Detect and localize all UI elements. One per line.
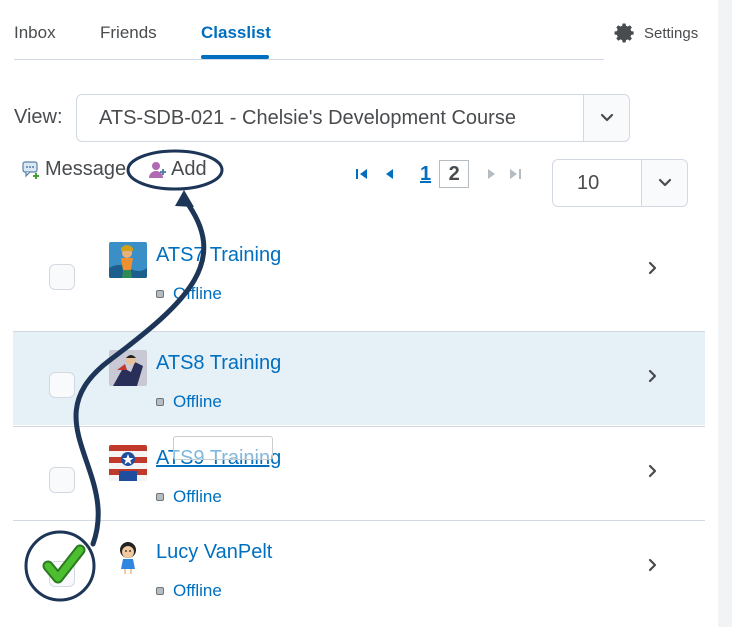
row-checkbox[interactable] xyxy=(49,372,75,398)
tab-classlist[interactable]: Classlist xyxy=(201,23,271,43)
avatar xyxy=(109,445,147,481)
previous-page-icon[interactable] xyxy=(380,165,398,183)
row-checkbox[interactable] xyxy=(49,467,75,493)
course-select[interactable]: ATS-SDB-021 - Chelsie's Development Cour… xyxy=(76,94,630,142)
settings-button[interactable]: Settings xyxy=(614,22,698,44)
message-label: Message xyxy=(45,158,127,180)
row-checkbox-checked[interactable] xyxy=(49,561,75,587)
chevron-down-icon[interactable] xyxy=(641,160,687,206)
status-label: Offline xyxy=(173,392,222,411)
chevron-right-icon[interactable] xyxy=(643,461,663,481)
drag-ghost xyxy=(173,436,273,460)
pagination: 1 2 xyxy=(354,160,523,188)
settings-label: Settings xyxy=(644,24,699,42)
per-page-select[interactable]: 10 xyxy=(552,159,688,207)
add-button[interactable]: Add xyxy=(148,158,207,181)
offline-dot xyxy=(156,587,164,595)
avatar xyxy=(109,539,147,575)
status-indicator[interactable]: Offline xyxy=(156,581,222,601)
avatar xyxy=(109,242,147,278)
add-label: Add xyxy=(171,158,207,180)
student-name[interactable]: ATS7 Training xyxy=(156,244,281,267)
status-indicator[interactable]: Offline xyxy=(156,284,222,304)
active-tab-indicator xyxy=(201,55,269,59)
table-row: ATS7 Training Offline xyxy=(13,224,705,318)
row-checkbox[interactable] xyxy=(49,264,75,290)
first-page-icon[interactable] xyxy=(354,165,372,183)
scrollbar[interactable] xyxy=(718,0,732,627)
next-page-icon[interactable] xyxy=(483,165,501,183)
tab-inbox[interactable]: Inbox xyxy=(14,23,56,43)
status-indicator[interactable]: Offline xyxy=(156,487,222,507)
arrow-head-icon xyxy=(175,190,194,207)
tab-bar: Inbox Friends Classlist xyxy=(14,0,604,60)
page-1-link[interactable]: 1 xyxy=(420,163,431,186)
avatar xyxy=(109,350,147,386)
student-name[interactable]: ATS8 Training xyxy=(156,352,281,375)
message-button[interactable]: Message xyxy=(22,158,126,181)
course-select-value: ATS-SDB-021 - Chelsie's Development Cour… xyxy=(99,107,516,129)
chevron-right-icon[interactable] xyxy=(643,555,663,575)
chevron-right-icon[interactable] xyxy=(643,366,663,386)
tab-friends[interactable]: Friends xyxy=(100,23,157,43)
offline-dot xyxy=(156,398,164,406)
gear-icon xyxy=(614,23,634,43)
table-row: Lucy VanPelt Offline xyxy=(13,520,705,614)
message-icon xyxy=(22,160,39,179)
student-name[interactable]: Lucy VanPelt xyxy=(156,541,272,564)
chevron-right-icon[interactable] xyxy=(643,258,663,278)
page-2-button[interactable]: 2 xyxy=(439,160,470,188)
offline-dot xyxy=(156,290,164,298)
status-label: Offline xyxy=(173,284,222,303)
view-label: View: xyxy=(14,106,63,128)
chevron-down-icon[interactable] xyxy=(583,95,629,141)
last-page-icon[interactable] xyxy=(505,165,523,183)
table-row: ATS9 Training Offline xyxy=(13,426,705,520)
per-page-value: 10 xyxy=(577,172,600,194)
offline-dot xyxy=(156,493,164,501)
status-label: Offline xyxy=(173,581,222,600)
table-row: ATS8 Training Offline xyxy=(13,331,705,425)
add-user-icon xyxy=(149,161,166,178)
status-label: Offline xyxy=(173,487,222,506)
status-indicator[interactable]: Offline xyxy=(156,392,222,412)
